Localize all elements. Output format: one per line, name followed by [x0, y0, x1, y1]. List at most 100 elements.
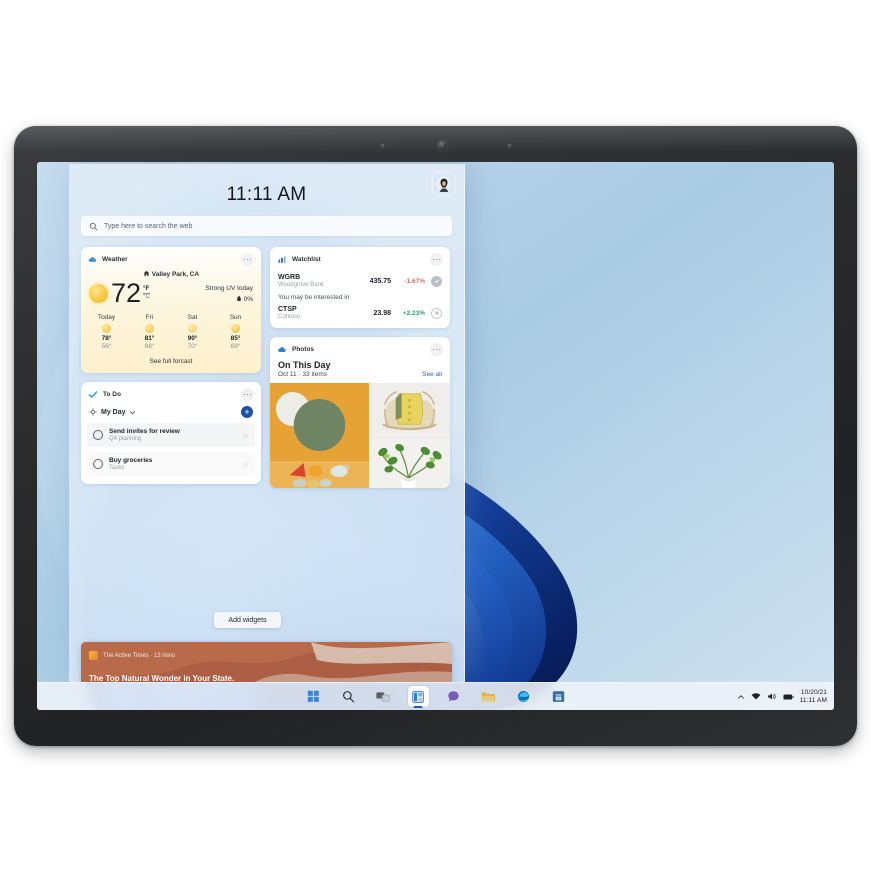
- photos-more-options-icon[interactable]: [430, 343, 443, 356]
- forecast-day[interactable]: Fri 81° 68°: [128, 314, 171, 350]
- weather-unit-celsius[interactable]: °C: [143, 294, 150, 301]
- stock-change: +2.23%: [402, 309, 425, 317]
- stock-symbol: CTSP: [278, 306, 297, 313]
- checkmark-icon: [88, 391, 98, 398]
- forecast-day[interactable]: Sun 85° 69°: [214, 314, 257, 350]
- forecast-high: 78°: [101, 335, 112, 342]
- photos-widget-title: Photos: [292, 346, 315, 353]
- watchlist-more-options-icon[interactable]: [430, 253, 443, 266]
- watchlist-suggestion-text: You may be interested in: [278, 294, 350, 301]
- search-placeholder: Type here to search the web: [104, 222, 193, 230]
- windows-logo-icon: [307, 690, 319, 702]
- system-tray[interactable]: 10/20/21 11:11 AM: [737, 683, 827, 710]
- forecast-day-name: Today: [97, 314, 116, 321]
- photos-headline: On This Day: [278, 360, 331, 370]
- plus-outline-icon[interactable]: [431, 307, 442, 319]
- weather-more-options-icon[interactable]: [241, 253, 254, 266]
- chevron-up-icon[interactable]: [737, 693, 745, 701]
- taskbar-item-chat[interactable]: [443, 686, 464, 707]
- todo-add-button[interactable]: +: [241, 406, 253, 418]
- widgets-panel[interactable]: 11:11 AM Type here to search the web Wea…: [69, 164, 465, 682]
- taskbar-item-task-view[interactable]: [373, 686, 394, 707]
- search-icon: [342, 691, 354, 703]
- taskbar-item-store[interactable]: [548, 686, 569, 707]
- folder-icon: [481, 692, 495, 702]
- todo-item-subtitle: Q4 planning: [109, 436, 142, 442]
- chart-bars-icon: [278, 256, 286, 263]
- weather-unit-fahrenheit[interactable]: °F: [143, 286, 150, 295]
- todo-widget[interactable]: To Do My Day + Send invites for review Q…: [81, 382, 261, 484]
- forecast-day-name: Sat: [187, 314, 198, 321]
- watchlist-widget[interactable]: Watchlist WGRB Woodgrove Bank 435.75 -1.…: [270, 247, 450, 328]
- forecast-sunny-icon: [102, 324, 111, 333]
- forecast-low: 68°: [144, 343, 155, 350]
- taskbar-item-start[interactable]: [303, 686, 324, 707]
- forecast-day[interactable]: Today 78° 56°: [85, 314, 128, 350]
- star-outline-icon[interactable]: ☆: [242, 460, 249, 469]
- widgets-icon: [412, 690, 424, 703]
- see-full-forecast-link[interactable]: See full forcast: [81, 350, 261, 373]
- forecast-high: 90°: [187, 335, 198, 342]
- news-source-row: The Active Times · 13 mins: [89, 651, 175, 660]
- news-source-icon: [89, 651, 98, 660]
- todo-checkbox[interactable]: [93, 430, 103, 440]
- sun-list-icon: [89, 408, 97, 416]
- edge-icon: [517, 690, 529, 703]
- store-icon: [552, 691, 564, 702]
- todo-item-subtitle: Tasks: [109, 465, 125, 471]
- photos-widget[interactable]: Photos On This Day Oct 11 · 33 items See…: [270, 337, 450, 488]
- photos-cloud-icon: [278, 347, 286, 352]
- speaker-icon[interactable]: [767, 692, 777, 701]
- list-item[interactable]: Send invites for review Q4 planning ☆: [87, 423, 255, 447]
- weather-widget[interactable]: Weather Valley Park, CA 72 °F °C Strong …: [81, 247, 261, 373]
- watchlist-row[interactable]: CTSP Contoso 23.98 +2.23%: [270, 303, 450, 328]
- weather-precipitation: 0%: [205, 295, 253, 303]
- forecast-low: 56°: [101, 343, 112, 350]
- todo-list-name[interactable]: My Day: [101, 409, 126, 416]
- search-input[interactable]: Type here to search the web: [81, 216, 452, 236]
- battery-icon[interactable]: [783, 693, 794, 701]
- todo-item-title: Send invites for review: [109, 428, 180, 435]
- screen: 11:11 AM Type here to search the web Wea…: [37, 162, 834, 710]
- photos-see-all-link[interactable]: See all: [422, 371, 442, 378]
- weather-widget-title: Weather: [102, 256, 128, 263]
- home-icon: [143, 270, 150, 277]
- weather-location: Valley Park, CA: [81, 270, 261, 278]
- forecast-sunny-icon: [231, 324, 240, 333]
- photos-subtitle: Oct 11 · 33 items: [278, 371, 328, 378]
- avatar[interactable]: [433, 173, 454, 194]
- star-outline-icon[interactable]: ☆: [242, 431, 249, 440]
- forecast-day[interactable]: Sat 90° 70°: [171, 314, 214, 350]
- todo-more-options-icon[interactable]: [241, 388, 254, 401]
- weather-temperature: 72: [111, 278, 142, 308]
- todo-checkbox[interactable]: [93, 459, 103, 469]
- forecast-high: 81°: [144, 335, 155, 342]
- list-item[interactable]: Buy groceries Tasks ☆: [87, 452, 255, 476]
- stock-symbol: WGRB: [278, 274, 301, 281]
- taskbar-date: 10/20/21: [800, 689, 827, 697]
- still-life-orange-image: [270, 383, 369, 488]
- tablet-device: 11:11 AM Type here to search the web Wea…: [14, 126, 857, 746]
- forecast-low: 70°: [187, 343, 198, 350]
- news-source-label: The Active Times · 13 mins: [103, 652, 176, 659]
- wifi-icon[interactable]: [751, 692, 761, 701]
- taskbar-item-widgets[interactable]: [407, 686, 429, 707]
- taskbar-item-edge[interactable]: [513, 686, 534, 707]
- checkmark-filled-icon[interactable]: [431, 275, 442, 287]
- taskbar-item-file-explorer[interactable]: [478, 686, 499, 707]
- photo-thumbnail[interactable]: [369, 383, 450, 440]
- stock-company: Contoso: [278, 314, 301, 320]
- watchlist-row[interactable]: WGRB Woodgrove Bank 435.75 -1.67%: [270, 269, 450, 288]
- news-card[interactable]: The Active Times · 13 mins The Top Natur…: [81, 642, 452, 682]
- taskbar-time: 11:11 AM: [799, 696, 827, 704]
- chat-bubble-icon: [447, 691, 459, 702]
- add-widgets-button[interactable]: Add widgets: [214, 612, 281, 628]
- taskbar-clock[interactable]: 10/20/21 11:11 AM: [800, 689, 827, 703]
- photo-thumbnail[interactable]: [369, 439, 450, 488]
- potted-plant-white-vase-image: [369, 439, 450, 488]
- weather-sun-icon: [89, 284, 108, 303]
- taskbar[interactable]: 10/20/21 11:11 AM: [37, 682, 834, 710]
- chevron-down-icon[interactable]: [129, 409, 136, 416]
- taskbar-item-search[interactable]: [338, 686, 359, 707]
- photo-thumbnail[interactable]: [270, 383, 369, 488]
